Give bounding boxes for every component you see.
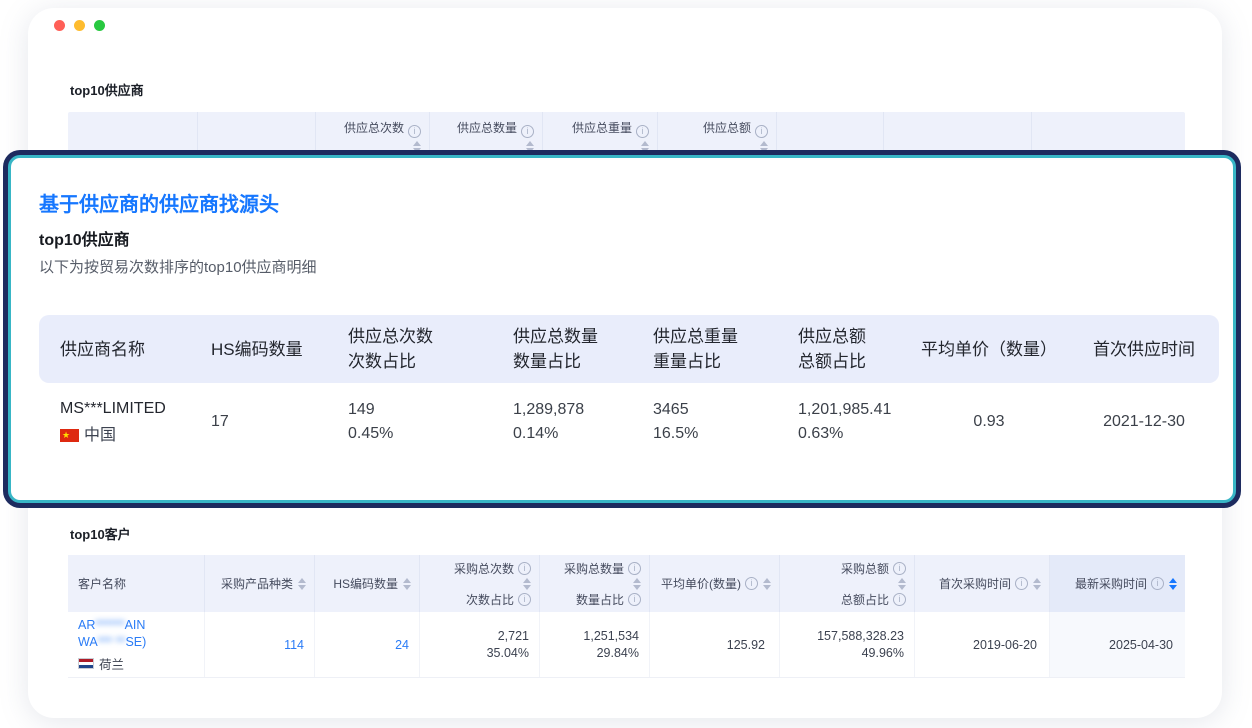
supplier-name: MS***LIMITED <box>60 397 199 421</box>
header-avg-price-qty[interactable]: 平均单价(数量)i <box>777 112 884 159</box>
customer-row: AR******AINWA*** **SE) 荷兰 114 24 2,721 3… <box>68 612 1185 678</box>
maximize-window-icon[interactable] <box>94 20 105 31</box>
redacted-text: ****** <box>95 618 124 632</box>
product-types-cell: 114 <box>205 612 315 677</box>
customer-name-link[interactable]: AR******AINWA*** **SE) <box>78 617 194 651</box>
top-customers-table: 客户名称 采购产品种类 HS编码数量 采购总次数i 次数占比i 采购总数量i <box>68 555 1185 678</box>
china-flag-icon: ★ <box>60 429 79 442</box>
info-icon[interactable]: i <box>1015 577 1028 590</box>
overlay-table-header: 供应商名称 HS编码数量 供应总次数次数占比 供应总数量数量占比 供应总重量重量… <box>39 315 1219 383</box>
header-first-supply-date[interactable]: 首次供应时间i <box>1032 112 1185 159</box>
netherlands-flag-icon <box>78 658 94 669</box>
header-supplier-name: 供应商名称 <box>39 315 199 383</box>
top-suppliers-table: 供应商名称 HS编码数量 供应总次数i 供应总数量i 供应总重量i <box>68 112 1185 159</box>
header-supplier-name: 供应商名称 <box>68 112 198 159</box>
supply-times-cell: 1490.45% <box>339 383 503 461</box>
avg-price-cell: 125.92 <box>650 612 780 677</box>
header-avg-price-weight[interactable]: 平均单价(重量)i <box>884 112 1032 159</box>
purchase-amount-cell: 157,588,328.23 49.96% <box>780 612 915 677</box>
page: top10供应商 供应商名称 HS编码数量 供应总次数i 供应总数量i <box>0 0 1252 728</box>
purchase-times-cell: 2,721 35.04% <box>420 612 540 677</box>
top-customers-section-title: top10客户 <box>70 524 131 543</box>
sort-caret-icon[interactable] <box>413 141 421 153</box>
supply-qty-cell: 1,289,8780.14% <box>503 383 645 461</box>
header-supply-weight: 供应总重量重量占比 <box>645 315 789 383</box>
header-latest-purchase-date[interactable]: 最新采购时间i <box>1050 555 1185 612</box>
customer-name-cell: AR******AINWA*** **SE) 荷兰 <box>68 612 205 677</box>
purchase-qty-cell: 1,251,534 29.84% <box>540 612 650 677</box>
info-icon[interactable]: i <box>518 562 531 575</box>
sort-caret-icon[interactable] <box>526 141 534 153</box>
supplier-source-overlay-panel: 基于供应商的供应商找源头 top10供应商 以下为按贸易次数排序的top10供应… <box>8 155 1236 503</box>
info-icon[interactable]: i <box>408 125 421 138</box>
redacted-text: *** ** <box>98 635 126 649</box>
header-supply-qty: 供应总数量数量占比 <box>503 315 645 383</box>
info-icon[interactable]: i <box>745 577 758 590</box>
header-avg-price-qty[interactable]: 平均单价(数量)i <box>650 555 780 612</box>
info-icon[interactable]: i <box>893 562 906 575</box>
info-icon[interactable]: i <box>628 593 641 606</box>
header-avg-price-qty: 平均单价（数量） <box>909 315 1069 383</box>
info-icon[interactable]: i <box>1151 577 1164 590</box>
first-supply-date-cell: 2021-12-30 <box>1069 383 1219 461</box>
top-suppliers-section-title: top10供应商 <box>70 80 144 99</box>
header-supply-qty[interactable]: 供应总数量i <box>430 112 543 159</box>
header-hs-code-count: HS编码数量 <box>199 315 339 383</box>
product-types-link[interactable]: 114 <box>215 638 304 652</box>
close-window-icon[interactable] <box>54 20 65 31</box>
top-customers-table-header: 客户名称 采购产品种类 HS编码数量 采购总次数i 次数占比i 采购总数量i <box>68 555 1185 612</box>
overlay-supplier-row: MS***LIMITED ★中国 17 1490.45% 1,289,8780.… <box>39 383 1219 461</box>
hs-code-count-cell: 17 <box>199 383 339 461</box>
sort-caret-icon[interactable] <box>760 141 768 153</box>
sort-caret-icon[interactable] <box>523 578 531 590</box>
window-controls <box>54 20 105 31</box>
avg-price-qty-cell: 0.93 <box>909 383 1069 461</box>
header-purchase-times[interactable]: 采购总次数i 次数占比i <box>420 555 540 612</box>
overlay-section-heading: top10供应商 <box>39 226 130 250</box>
info-icon[interactable]: i <box>755 125 768 138</box>
sort-caret-icon[interactable] <box>633 578 641 590</box>
supplier-country: ★中国 <box>60 424 199 448</box>
customer-country: 荷兰 <box>78 654 194 673</box>
supplier-name-cell: MS***LIMITED ★中国 <box>39 383 199 461</box>
info-icon[interactable]: i <box>521 125 534 138</box>
info-icon[interactable]: i <box>636 125 649 138</box>
minimize-window-icon[interactable] <box>74 20 85 31</box>
latest-purchase-date-cell: 2025-04-30 <box>1050 612 1185 677</box>
first-purchase-date-cell: 2019-06-20 <box>915 612 1050 677</box>
header-first-supply-date: 首次供应时间 <box>1069 315 1219 383</box>
header-purchase-qty[interactable]: 采购总数量i 数量占比i <box>540 555 650 612</box>
header-hs-code-count[interactable]: HS编码数量 <box>315 555 420 612</box>
info-icon[interactable]: i <box>893 593 906 606</box>
header-supply-amount: 供应总额总额占比 <box>789 315 909 383</box>
sort-caret-active-icon[interactable] <box>1169 578 1177 590</box>
sort-caret-icon[interactable] <box>898 578 906 590</box>
sort-caret-icon[interactable] <box>298 578 306 590</box>
overlay-suppliers-table: 供应商名称 HS编码数量 供应总次数次数占比 供应总数量数量占比 供应总重量重量… <box>39 315 1219 461</box>
header-purchase-amount[interactable]: 采购总额i 总额占比i <box>780 555 915 612</box>
info-icon[interactable]: i <box>628 562 641 575</box>
header-first-purchase-date[interactable]: 首次采购时间i <box>915 555 1050 612</box>
header-customer-name: 客户名称 <box>68 555 205 612</box>
overlay-title: 基于供应商的供应商找源头 <box>39 188 279 217</box>
header-supply-amount[interactable]: 供应总额i <box>658 112 777 159</box>
header-product-types[interactable]: 采购产品种类 <box>205 555 315 612</box>
supply-amount-cell: 1,201,985.410.63% <box>789 383 909 461</box>
sort-caret-icon[interactable] <box>1033 578 1041 590</box>
sort-caret-icon[interactable] <box>763 578 771 590</box>
header-hs-code-count[interactable]: HS编码数量 <box>198 112 316 159</box>
sort-caret-icon[interactable] <box>403 578 411 590</box>
header-supply-times: 供应总次数次数占比 <box>339 315 503 383</box>
hs-code-count-link[interactable]: 24 <box>325 638 409 652</box>
overlay-subheading: 以下为按贸易次数排序的top10供应商明细 <box>39 256 317 277</box>
info-icon[interactable]: i <box>518 593 531 606</box>
top-suppliers-table-header: 供应商名称 HS编码数量 供应总次数i 供应总数量i 供应总重量i <box>68 112 1185 159</box>
supply-weight-cell: 346516.5% <box>645 383 789 461</box>
sort-caret-icon[interactable] <box>641 141 649 153</box>
header-supply-weight[interactable]: 供应总重量i <box>543 112 658 159</box>
header-supply-times[interactable]: 供应总次数i <box>316 112 430 159</box>
hs-code-count-cell: 24 <box>315 612 420 677</box>
